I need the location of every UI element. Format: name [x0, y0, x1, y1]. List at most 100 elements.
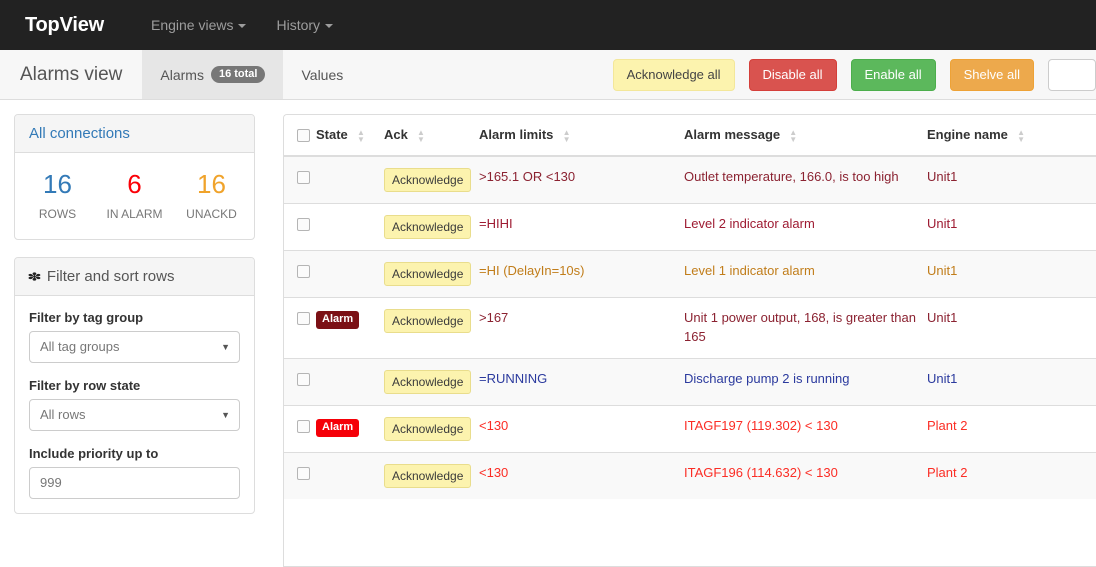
filter-tag-group-select[interactable]: All tag groups [29, 331, 240, 364]
chevron-down-icon [325, 24, 334, 29]
alarm-limits-cell: <130 [479, 452, 684, 500]
row-select-cell [284, 155, 316, 204]
chevron-down-icon [238, 24, 247, 29]
row-select-checkbox[interactable] [297, 420, 310, 434]
row-select-checkbox[interactable] [297, 170, 310, 184]
acknowledge-button[interactable]: Acknowledge [384, 369, 472, 394]
row-select-checkbox[interactable] [297, 312, 310, 326]
sort-ack-icon[interactable]: ▲ ▼ [416, 128, 425, 143]
acknowledge-all-button[interactable]: Acknowledge all [612, 58, 735, 92]
engine-name-cell: Unit1 [927, 357, 1055, 406]
sort-alarm-limits-icon[interactable]: ▲ ▼ [562, 128, 571, 143]
tab-alarms[interactable]: Alarms 16 total [142, 50, 284, 99]
status-badge: Alarm [316, 419, 360, 437]
engine-name-cell: Plant 2 [927, 452, 1055, 500]
acknowledge-button[interactable]: Acknowledge [384, 214, 472, 239]
header-state: State ▲ ▼ [316, 115, 384, 157]
header-ack-label: Ack [384, 127, 408, 142]
brand-logo[interactable]: TopView [15, 0, 114, 50]
include-priority-input[interactable]: 999 [29, 467, 240, 500]
stat-unackd: 16 UNACKD [173, 170, 250, 223]
acknowledge-button[interactable]: Acknowledge [384, 417, 472, 442]
engine-name-cell: Unit1 [927, 202, 1055, 251]
header-alarm-limits: Alarm limits ▲ ▼ [479, 115, 684, 157]
shelve-all-button[interactable]: Shelve all [949, 58, 1034, 92]
alarm-limits-cell: >167 [479, 297, 684, 359]
filter-row-state-wrap: All rows ▼ [29, 399, 240, 432]
alarm-limits-cell: <130 [479, 404, 684, 453]
row-select-checkbox[interactable] [297, 265, 310, 278]
disable-all-button[interactable]: Disable all [748, 58, 837, 92]
alarm-message-cell: Level 2 indicator alarm [684, 202, 927, 251]
alarm-limits-cell: =HI (DelayIn=10s) [479, 249, 684, 298]
tab-alarms-label: Alarms [160, 66, 204, 83]
header-engine-name-label: Engine name [927, 127, 1008, 142]
acknowledge-button[interactable]: Acknowledge [384, 309, 472, 334]
sort-state-icon[interactable]: ▲ ▼ [356, 128, 365, 143]
table-row[interactable]: Acknowledge =RUNNING Discharge pump 2 is r… [284, 357, 1096, 406]
table-row[interactable]: Acknowledge =HIHI Level 2 indicator alarm U… [284, 202, 1096, 251]
stat-unackd-label: UNACKD [186, 207, 237, 222]
ack-cell: Acknowledge [384, 202, 479, 251]
filter-tag-group-wrap: All tag groups ▼ [29, 331, 240, 364]
nav-item-engine-views[interactable]: Engine views [136, 0, 262, 50]
row-select-checkbox[interactable] [297, 372, 310, 386]
bulk-actions-toolbar: Acknowledge all Disable all Enable all S… [612, 50, 1096, 100]
stat-rows: 16 ROWS [19, 169, 96, 223]
table-row[interactable]: Acknowledge <130 ITAGF196 (114.632) < 130 P… [284, 452, 1096, 500]
sort-alarm-message-icon[interactable]: ▲ ▼ [789, 128, 798, 143]
priority-cell: 1 [1055, 202, 1096, 251]
alarms-table-body: Acknowledge >165.1 OR <130 Outlet temperat… [284, 155, 1096, 500]
sort-engine-name-icon[interactable]: ▲ ▼ [1017, 128, 1026, 143]
row-select-checkbox[interactable] [297, 467, 310, 481]
table-row[interactable]: Alarm Acknowledge >167 Unit 1 power output,… [284, 297, 1096, 359]
more-actions-button[interactable] [1048, 59, 1096, 91]
state-cell: Alarm [316, 297, 384, 359]
filter-sort-title: Filter and sort rows [46, 268, 175, 286]
alarm-message-cell: Discharge pump 2 is running [684, 357, 927, 406]
table-row[interactable]: Alarm Acknowledge <130 ITAGF197 (119.302) <… [284, 404, 1096, 453]
alarm-message-cell: ITAGF197 (119.302) < 130 [684, 404, 927, 453]
stat-in-alarm-value: 6 [127, 169, 142, 199]
alarms-table: State ▲▼ Ack ▲▼ Alarm limits ▲▼ Alarm [284, 115, 1096, 500]
connection-stats: 16 ROWS 6 IN ALARM 16 UNACKD [15, 153, 254, 239]
priority-cell: 1 [1055, 155, 1096, 204]
acknowledge-button[interactable]: Acknowledge [384, 261, 472, 287]
filter-row-state-select[interactable]: All rows [29, 399, 240, 432]
stat-in-alarm-label: IN ALARM [106, 207, 163, 222]
stat-rows-value: 16 [43, 169, 72, 199]
state-cell [316, 357, 384, 406]
acknowledge-button[interactable]: Acknowledge [384, 464, 472, 489]
ack-cell: Acknowledge [384, 357, 479, 406]
row-select-cell [284, 202, 316, 251]
select-all-checkbox[interactable] [297, 129, 310, 143]
table-header-row: State ▲▼ Ack ▲▼ Alarm limits ▲▼ Alarm [284, 115, 1096, 157]
header-select-all [284, 115, 316, 157]
row-select-cell [284, 452, 316, 500]
status-badge: Alarm [316, 311, 360, 329]
table-row[interactable]: Acknowledge >165.1 OR <130 Outlet temperat… [284, 155, 1096, 204]
table-row[interactable]: Acknowledge =HI (DelayIn=10s) Level 1 indi… [284, 249, 1096, 298]
enable-all-button[interactable]: Enable all [850, 58, 936, 92]
row-select-cell [284, 357, 316, 406]
state-cell [316, 155, 384, 204]
row-select-cell [284, 404, 316, 453]
stat-rows-label: ROWS [38, 207, 77, 222]
ack-cell: Acknowledge [384, 404, 479, 453]
tab-values-label: Values [301, 66, 344, 83]
engine-name-cell: Unit1 [927, 297, 1055, 359]
alarm-message-cell: ITAGF196 (114.632) < 130 [684, 452, 927, 500]
nav-item-history[interactable]: History [261, 0, 348, 50]
ack-cell: Acknowledge [384, 297, 479, 359]
tab-values[interactable]: Values [283, 50, 361, 99]
alarms-table-container: State ▲▼ Ack ▲▼ Alarm limits ▲▼ Alarm [283, 114, 1096, 567]
alarm-message-cell: Level 1 indicator alarm [684, 249, 927, 298]
ack-cell: Acknowledge [384, 452, 479, 500]
filter-sort-header[interactable]: ✽ Filter and sort rows [15, 258, 254, 297]
top-navbar: TopView Engine views History [0, 0, 1096, 50]
alarm-limits-cell: >165.1 OR <130 [479, 155, 684, 204]
header-priority: Pri [1055, 115, 1096, 157]
filter-tag-group-label: Filter by tag group [29, 310, 144, 326]
row-select-checkbox[interactable] [297, 217, 310, 231]
acknowledge-button[interactable]: Acknowledge [384, 167, 472, 192]
